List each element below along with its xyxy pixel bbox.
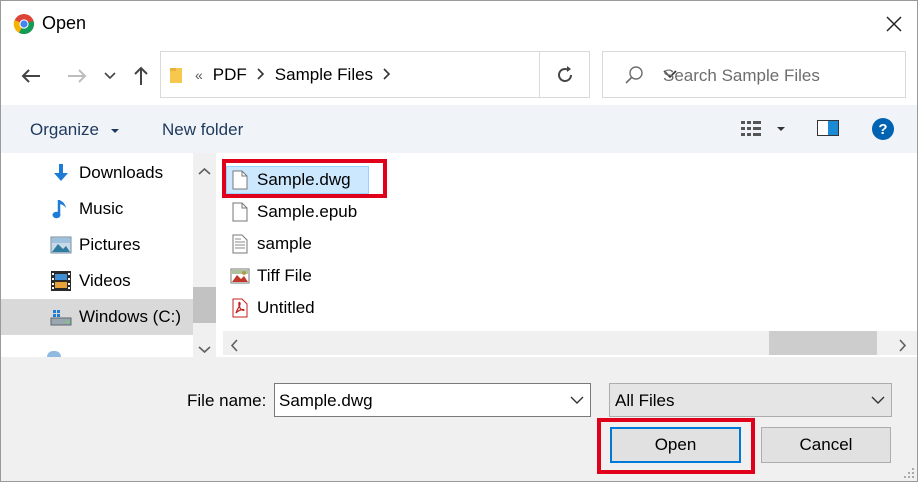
search-input[interactable]: Search Sample Files	[602, 51, 906, 98]
help-icon: ?	[872, 118, 894, 140]
nav-item-pictures[interactable]: Pictures	[1, 227, 193, 263]
scroll-down-icon[interactable]	[198, 339, 211, 359]
view-options-button[interactable]	[740, 119, 788, 144]
text-file-icon	[230, 233, 250, 255]
back-button[interactable]	[17, 61, 45, 91]
file-name-input[interactable]: Sample.dwg	[274, 383, 591, 417]
search-placeholder: Search Sample Files	[663, 66, 820, 85]
breadcrumb-pdf[interactable]: PDF	[213, 65, 247, 85]
file-name: Untitled	[257, 298, 315, 317]
file-item-untitled[interactable]: Untitled	[223, 293, 373, 323]
file-list: Sample.dwg Sample.epub sample Tiff File …	[223, 153, 917, 357]
breadcrumb-overflow[interactable]: «	[195, 67, 203, 83]
preview-pane-icon	[817, 120, 839, 136]
file-item-sample-epub[interactable]: Sample.epub	[223, 197, 373, 227]
scroll-left-icon[interactable]	[230, 337, 239, 357]
file-type-value: All Files	[615, 391, 675, 410]
new-folder-button[interactable]: New folder	[162, 120, 243, 140]
close-icon	[886, 16, 902, 32]
open-button[interactable]: Open	[610, 427, 741, 463]
chevron-down-icon	[104, 72, 116, 80]
scrollbar-thumb[interactable]	[193, 287, 216, 323]
nav-item-label: Windows (C:)	[79, 307, 182, 326]
navigation-pane: Downloads Music Pictures Videos Windows …	[1, 153, 219, 357]
dialog-footer: File name: Sample.dwg All Files Open Can…	[1, 357, 917, 481]
back-arrow-icon	[21, 69, 40, 83]
command-bar: Organize New folder ?	[1, 105, 917, 153]
nav-item-label: Music	[79, 199, 124, 218]
preview-pane-button[interactable]	[816, 117, 840, 144]
organize-label: Organize	[30, 120, 99, 139]
blank-file-icon	[230, 201, 250, 223]
details-view-icon	[741, 121, 785, 136]
file-item-sample[interactable]: sample	[223, 229, 373, 259]
search-icon	[623, 64, 645, 91]
nav-item-music[interactable]: Music	[1, 191, 193, 227]
folder-icon	[169, 66, 183, 84]
window-title: Open	[42, 13, 87, 33]
file-type-select[interactable]: All Files	[609, 383, 892, 417]
scroll-right-icon[interactable]	[898, 337, 907, 357]
forward-arrow-icon	[68, 69, 87, 83]
pictures-icon	[49, 233, 73, 257]
forward-button[interactable]	[63, 61, 91, 91]
nav-item-downloads[interactable]: Downloads	[1, 155, 193, 191]
nav-item-label: Videos	[79, 271, 131, 290]
open-file-dialog: Open « PDF Sample Files Search Sample Fi…	[0, 0, 918, 482]
chevron-down-icon	[871, 392, 885, 413]
chrome-icon	[13, 13, 35, 35]
breadcrumb: « PDF Sample Files	[169, 52, 401, 97]
download-arrow-icon	[49, 161, 73, 185]
recent-locations-button[interactable]	[101, 61, 119, 91]
close-button[interactable]	[871, 1, 917, 47]
nav-item-videos[interactable]: Videos	[1, 263, 193, 299]
scroll-up-icon[interactable]	[198, 161, 211, 181]
image-file-icon	[230, 265, 250, 287]
help-button[interactable]: ?	[871, 117, 895, 146]
nav-item-label: Downloads	[79, 163, 164, 182]
refresh-icon	[557, 65, 572, 82]
file-name: sample	[257, 234, 312, 253]
file-name-history-dropdown[interactable]	[570, 392, 584, 413]
file-item-tiff-file[interactable]: Tiff File	[223, 261, 373, 291]
breadcrumb-sample-files[interactable]: Sample Files	[275, 65, 373, 85]
film-strip-icon	[49, 269, 73, 293]
file-name-value: Sample.dwg	[279, 391, 373, 410]
refresh-button[interactable]	[539, 51, 590, 98]
organize-button[interactable]: Organize	[30, 120, 120, 140]
chevron-down-icon	[570, 396, 584, 404]
file-horizontal-scrollbar[interactable]	[223, 331, 917, 355]
chevron-right-icon[interactable]	[383, 67, 391, 83]
up-button[interactable]	[129, 61, 153, 91]
blank-file-icon	[230, 169, 250, 191]
up-arrow-icon	[134, 66, 148, 85]
cancel-button[interactable]: Cancel	[761, 427, 891, 463]
drive-icon	[49, 305, 73, 329]
caret-down-icon	[110, 128, 119, 133]
file-item-sample-dwg[interactable]: Sample.dwg	[223, 165, 373, 195]
nav-vertical-scrollbar[interactable]	[193, 153, 216, 357]
svg-text:?: ?	[878, 121, 887, 138]
scrollbar-thumb[interactable]	[769, 331, 877, 355]
file-name: Tiff File	[257, 266, 312, 285]
nav-item-label: Pictures	[79, 235, 141, 254]
file-name-label: File name:	[187, 391, 267, 410]
file-name: Sample.dwg	[257, 170, 351, 189]
chevron-right-icon[interactable]	[257, 67, 265, 83]
title-bar: Open	[1, 1, 917, 47]
address-bar[interactable]: « PDF Sample Files	[160, 51, 677, 98]
music-note-icon	[49, 197, 73, 221]
nav-item-windows-c[interactable]: Windows (C:)	[1, 299, 193, 335]
file-name: Sample.epub	[257, 202, 358, 221]
resize-grip-icon[interactable]	[903, 467, 915, 479]
pdf-file-icon	[230, 297, 250, 319]
